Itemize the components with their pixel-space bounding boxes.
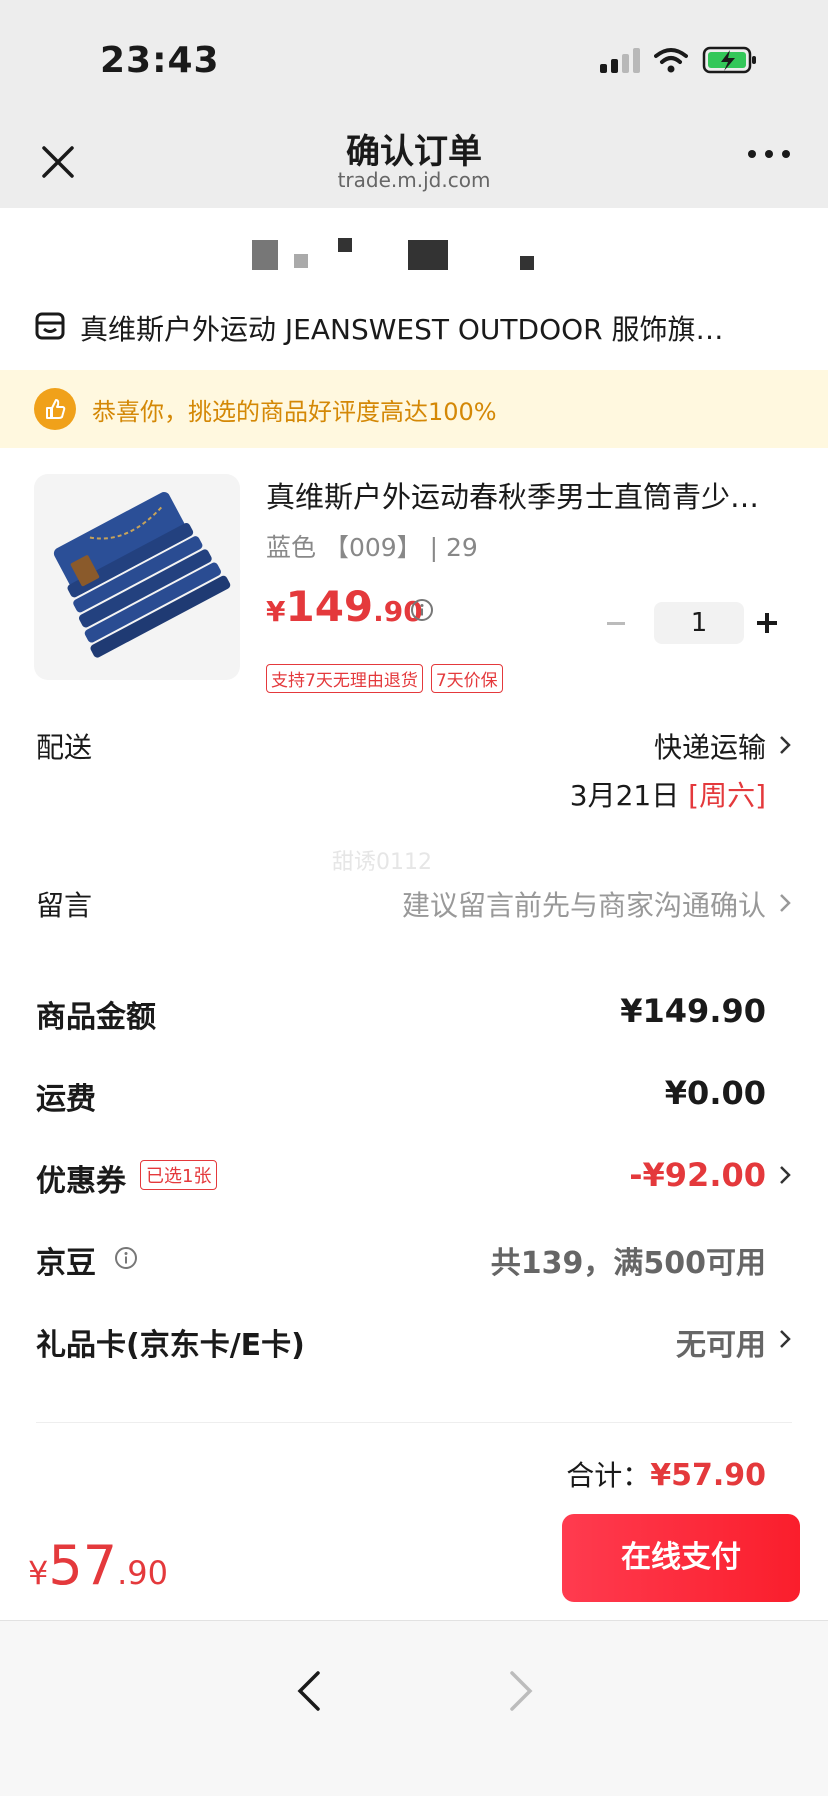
- info-icon[interactable]: [410, 598, 434, 622]
- delivery-method[interactable]: 快递运输: [654, 726, 766, 766]
- back-arrow-icon[interactable]: [294, 1669, 324, 1713]
- pay-integer: 57: [48, 1534, 118, 1597]
- delivery-weekday: [周六]: [688, 779, 766, 812]
- forward-arrow-icon[interactable]: [506, 1669, 536, 1713]
- product-card: 真维斯户外运动春秋季男士直筒青少… 蓝色 【009】 | 29 ¥ 149 .9…: [0, 448, 828, 980]
- price-summary: 商品金额 ¥149.90 运费 ¥0.00 优惠券 已选1张 -¥92.00 京…: [0, 980, 828, 1620]
- info-icon[interactable]: [114, 1246, 138, 1270]
- title-bar: 确认订单 trade.m.jd.com: [0, 110, 828, 208]
- quantity-value[interactable]: 1: [654, 602, 744, 644]
- page-url: trade.m.jd.com: [337, 168, 491, 192]
- redacted-pixel: [338, 238, 352, 252]
- watermark: 甜诱0112: [332, 850, 432, 875]
- redacted-pixel: [408, 240, 448, 270]
- total-label: 合计：: [566, 1459, 651, 1492]
- pay-online-button[interactable]: 在线支付: [562, 1514, 800, 1602]
- chevron-right-icon[interactable]: [778, 1164, 792, 1186]
- pay-decimal: .90: [117, 1554, 168, 1592]
- divider: [36, 1422, 792, 1423]
- address-section[interactable]: [0, 208, 828, 286]
- gift-card-label: 礼品卡(京东卡/E卡): [36, 1328, 305, 1363]
- service-tags: 支持7天无理由退货 7天价保: [266, 664, 503, 693]
- product-spec[interactable]: 蓝色 【009】 | 29: [266, 528, 478, 564]
- rating-notice: 恭喜你，挑选的商品好评度高达100%: [0, 370, 828, 448]
- goods-amount-value: ¥149.90: [620, 992, 766, 1030]
- total-value: ¥57.90: [650, 1458, 766, 1493]
- quantity-stepper: 1: [602, 602, 782, 644]
- product-title[interactable]: 真维斯户外运动春秋季男士直筒青少…: [266, 474, 796, 516]
- chevron-right-icon[interactable]: [778, 1328, 792, 1350]
- redacted-pixel: [520, 256, 534, 270]
- gift-card-value: 无可用: [676, 1328, 766, 1363]
- battery-charging-icon: [702, 46, 756, 74]
- jingdou-value: 共139，满500可用: [490, 1246, 766, 1281]
- status-bar: 23:43: [0, 0, 828, 110]
- jingdou-label: 京豆: [36, 1246, 96, 1281]
- pay-symbol: ¥: [28, 1554, 49, 1592]
- coupon-badge: 已选1张: [140, 1160, 218, 1190]
- goods-amount-label: 商品金额: [36, 1000, 156, 1035]
- shipping-row: 运费 ¥0.00: [0, 1062, 828, 1122]
- shipping-label: 运费: [36, 1082, 96, 1117]
- cellular-signal-icon: [600, 47, 640, 73]
- coupon-value: -¥92.00: [629, 1156, 766, 1194]
- coupon-row[interactable]: 优惠券 已选1张 -¥92.00: [0, 1144, 828, 1204]
- store-icon: [35, 312, 65, 340]
- decrease-quantity-button[interactable]: [602, 608, 632, 638]
- notice-text: 恭喜你，挑选的商品好评度高达100%: [92, 398, 497, 426]
- thumbs-up-icon: [34, 388, 76, 430]
- increase-quantity-button[interactable]: [752, 608, 782, 638]
- chevron-right-icon[interactable]: [778, 892, 792, 914]
- wifi-icon: [654, 48, 688, 73]
- delivery-date[interactable]: 3月21日 [周六]: [570, 774, 766, 814]
- chevron-right-icon[interactable]: [778, 734, 792, 756]
- page-title: 确认订单: [346, 132, 482, 172]
- price-integer: 149: [285, 582, 374, 631]
- product-price: ¥ 149 .90: [266, 582, 423, 631]
- product-image[interactable]: [34, 474, 240, 680]
- goods-amount-row: 商品金额 ¥149.90: [0, 980, 828, 1040]
- more-icon[interactable]: [748, 150, 790, 158]
- jingdou-row: 京豆 共139，满500可用: [0, 1226, 828, 1286]
- shop-row[interactable]: 真维斯户外运动 JEANSWEST OUTDOOR 服饰旗…: [0, 286, 828, 370]
- shipping-value: ¥0.00: [664, 1074, 766, 1112]
- shop-name: 真维斯户外运动 JEANSWEST OUTDOOR 服饰旗…: [80, 313, 724, 346]
- coupon-label: 优惠券: [36, 1164, 126, 1199]
- service-tag: 7天价保: [430, 664, 503, 693]
- browser-nav-bar: [0, 1620, 828, 1796]
- delivery-day: 3月21日: [569, 779, 680, 812]
- redacted-pixel: [294, 254, 308, 268]
- pay-amount: ¥ 57 .90: [28, 1534, 168, 1597]
- status-time: 23:43: [100, 40, 220, 81]
- delivery-label: 配送: [36, 731, 93, 764]
- price-symbol: ¥: [266, 595, 286, 628]
- status-icons: [600, 46, 758, 74]
- order-total: 合计：¥57.90: [566, 1454, 766, 1494]
- redacted-pixel: [252, 240, 278, 270]
- message-input[interactable]: 建议留言前先与商家沟通确认: [402, 884, 766, 924]
- message-label: 留言: [36, 889, 93, 922]
- gift-card-row[interactable]: 礼品卡(京东卡/E卡) 无可用: [0, 1308, 828, 1368]
- service-tag: 支持7天无理由退货: [266, 664, 423, 693]
